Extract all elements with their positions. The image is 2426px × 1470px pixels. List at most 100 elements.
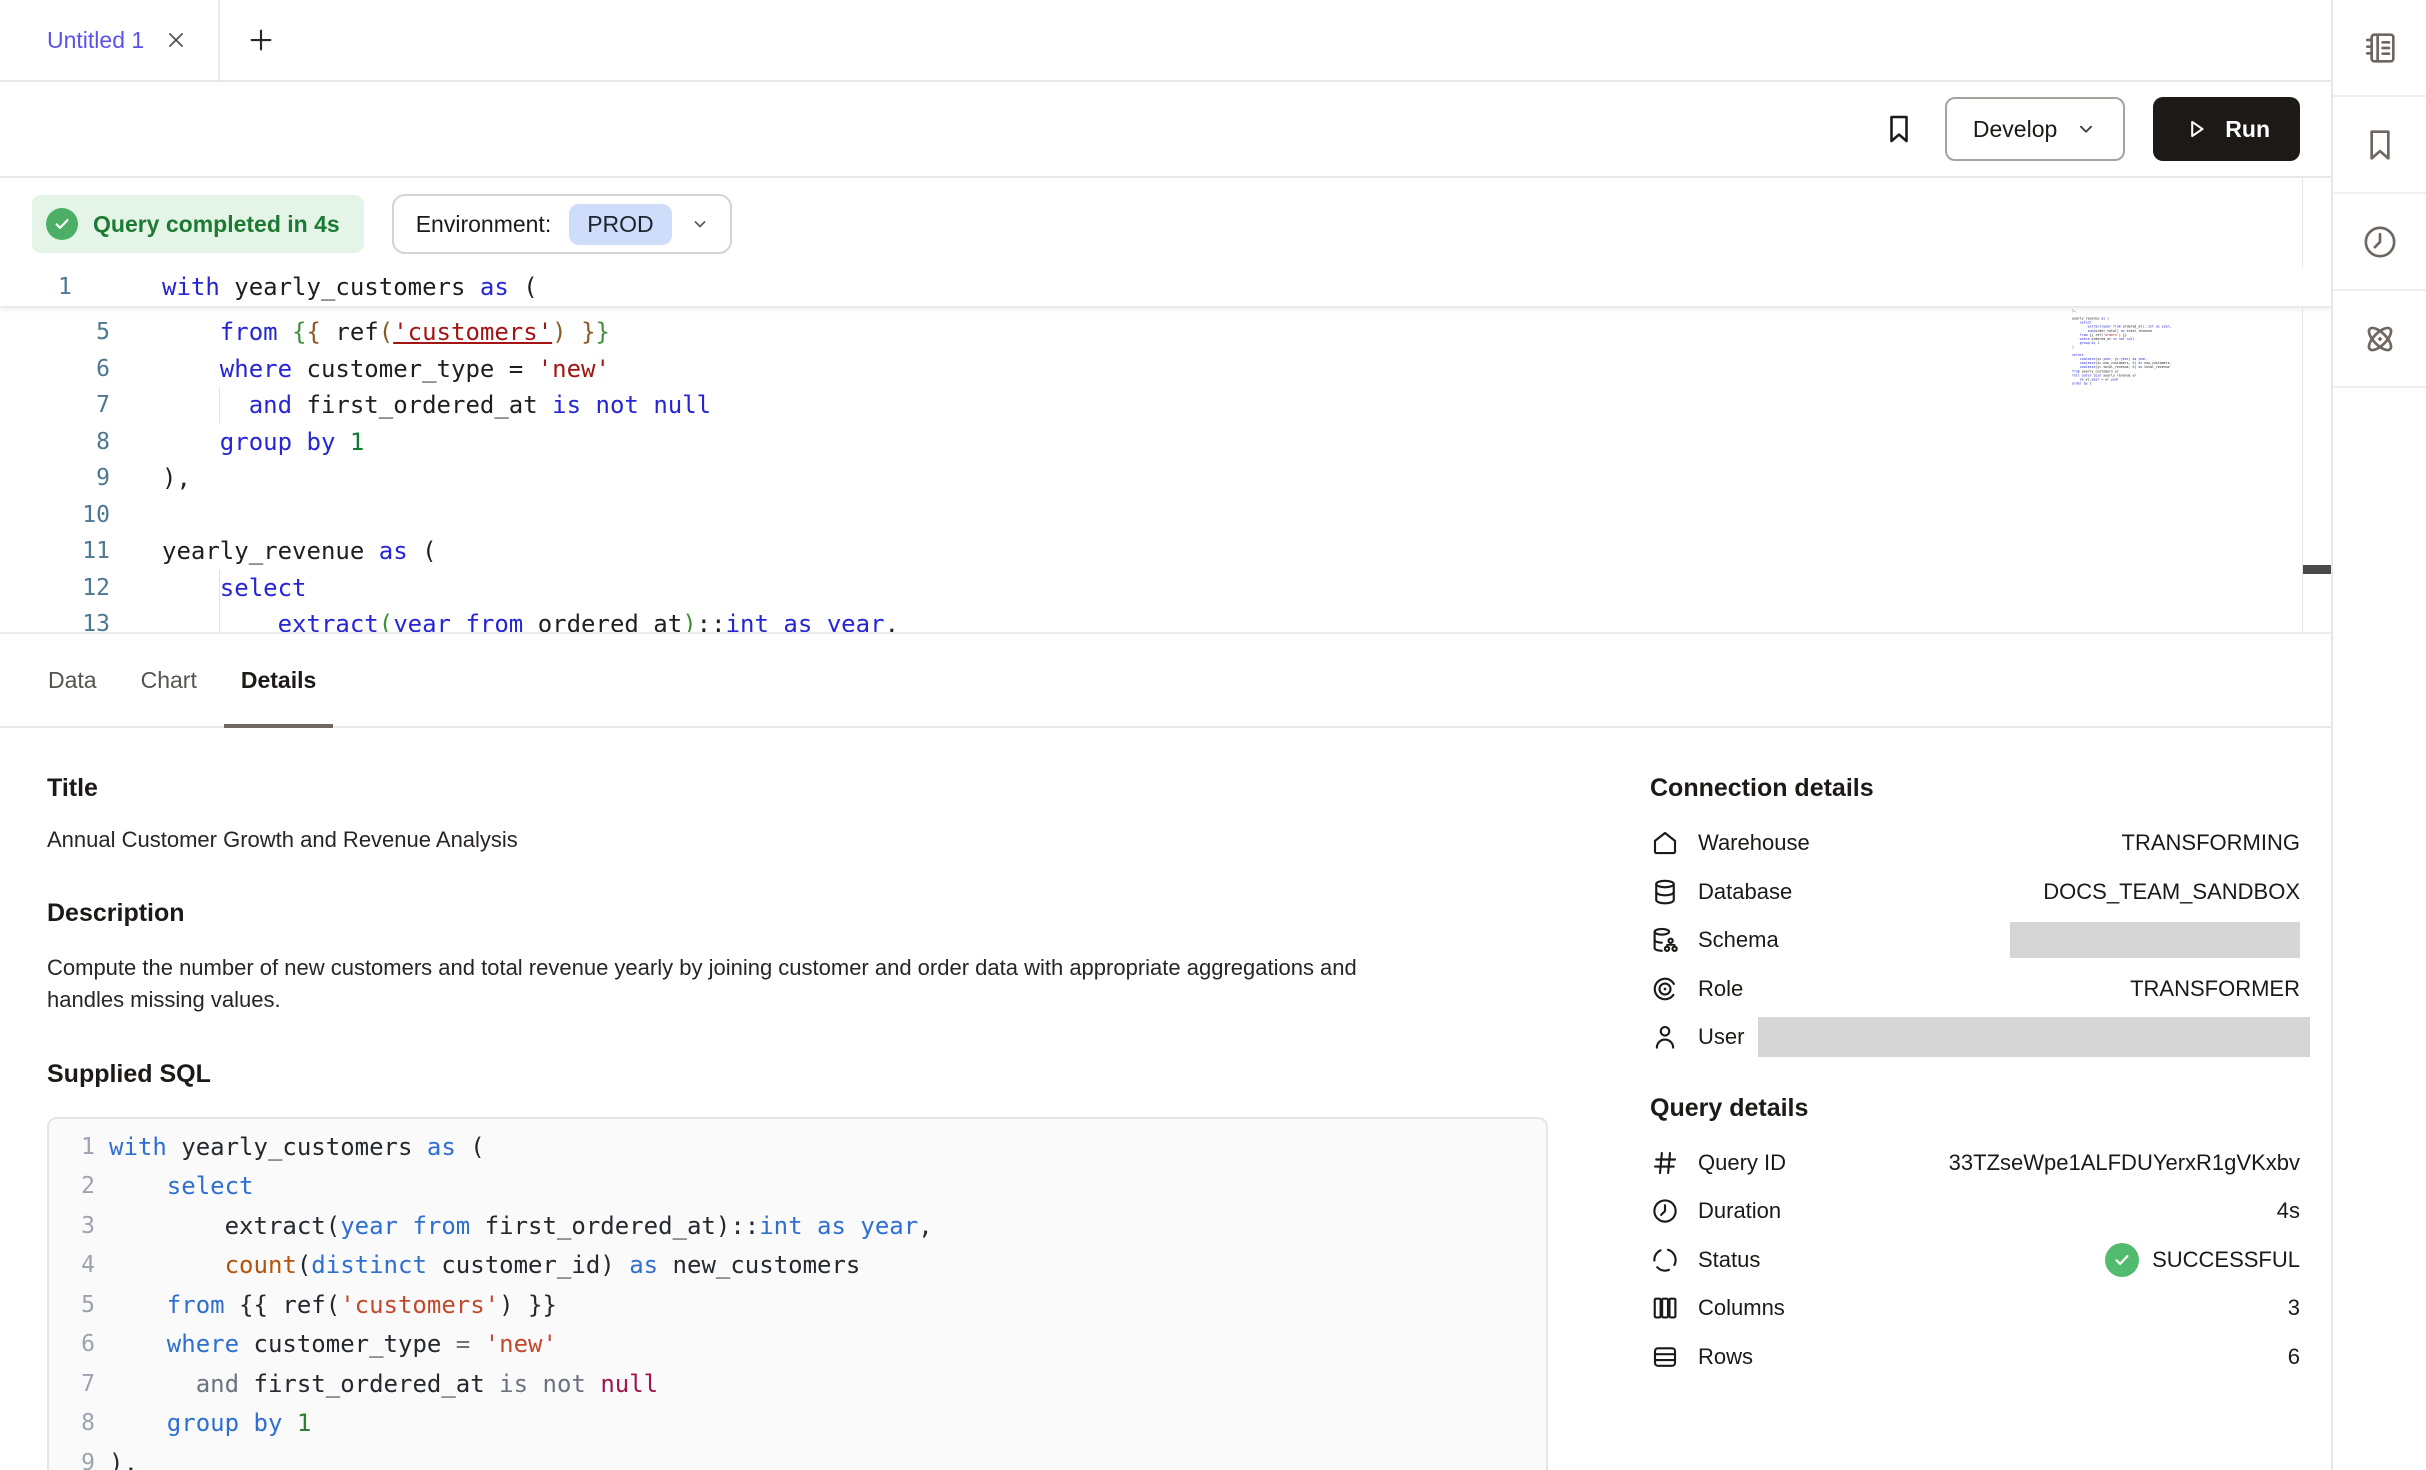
bookmark-icon[interactable] [1881, 111, 1917, 147]
supplied-sql-line: 6 where customer_type = 'new' [65, 1325, 1546, 1365]
editor-line[interactable]: 13 extract(year from ordered_at)::int as… [0, 606, 2331, 634]
environment-selector[interactable]: Environment: PROD [392, 194, 732, 254]
code-region[interactable]: 1with yearly_customers as ( 5 from {{ re… [0, 268, 2331, 632]
code-line-text: select [109, 1172, 254, 1200]
code-token: group by [220, 428, 336, 456]
code-token: as [480, 273, 509, 301]
document-tabbar: Untitled 1 [0, 0, 2331, 82]
code-token: group by [167, 1409, 283, 1437]
sidebar-item-bookmark[interactable] [2333, 97, 2426, 194]
toolbar: Develop Run [0, 82, 2331, 178]
editor-line[interactable]: 6 where customer_type = 'new' [0, 351, 2331, 388]
code-token [162, 318, 220, 346]
sidebar-item-lineage[interactable] [2333, 291, 2426, 388]
lineage-icon [2360, 319, 2400, 359]
code-token: ) [552, 318, 566, 346]
sidebar-item-history[interactable] [2333, 194, 2426, 291]
chevron-down-icon [2075, 118, 2097, 140]
code-token [162, 428, 220, 456]
line-number: 9 [0, 465, 110, 491]
close-icon[interactable] [164, 28, 188, 52]
query-details-heading: Query details [1650, 1094, 2300, 1123]
editor-line[interactable]: 5 from {{ ref('customers') }} [0, 314, 2331, 351]
tab-data[interactable]: Data [26, 634, 119, 726]
code-token: , [885, 610, 899, 634]
run-button[interactable]: Run [2153, 97, 2300, 161]
code-line-text: and first_ordered_at is not null [162, 391, 711, 419]
supplied-sql-line: 8 group by 1 [65, 1404, 1546, 1444]
editor-line[interactable]: 10 [0, 497, 2331, 534]
editor-line[interactable]: 8 group by 1 [0, 424, 2331, 461]
environment-label: Environment: [416, 211, 552, 238]
code-token: is [499, 1370, 528, 1398]
detail-value: 3 [2288, 1295, 2300, 1321]
code-token: year [860, 1212, 918, 1240]
detail-row: Columns 3 [1650, 1284, 2300, 1333]
scrollbar-thumb[interactable] [2303, 565, 2331, 574]
code-token: year [393, 610, 451, 634]
supplied-sql-line: 1 with yearly_customers as ( [65, 1127, 1546, 1167]
code-token [846, 1212, 860, 1240]
line-number: 6 [65, 1331, 95, 1357]
detail-row: RoleTRANSFORMER [1650, 965, 2300, 1014]
code-line-text: yearly_revenue as ( [162, 537, 437, 565]
connection-details-heading: Connection details [1650, 774, 2300, 803]
code-line-text: where customer_type = 'new' [109, 1330, 557, 1358]
editor-line[interactable]: 11 yearly_revenue as ( [0, 533, 2331, 570]
sidebar-item-changelog[interactable] [2333, 0, 2426, 97]
supplied-sql-line: 9), [65, 1443, 1546, 1470]
code-token: year [340, 1212, 398, 1240]
code-line-text: with yearly_customers as ( [109, 1133, 485, 1161]
code-token: ( [509, 273, 538, 301]
detail-row: User [1650, 1013, 2300, 1062]
editor-line[interactable]: 7 and first_ordered_at is not null [0, 387, 2331, 424]
editor-line[interactable]: 12 select [0, 570, 2331, 607]
title-heading: Title [47, 774, 1548, 803]
code-token [398, 1212, 412, 1240]
sticky-code-line[interactable]: 1with yearly_customers as ( [0, 268, 2331, 308]
editor-lines: 5 from {{ ref('customers') }}6 where cus… [0, 314, 2331, 634]
code-token: new_customers [658, 1251, 860, 1279]
code-token [278, 318, 292, 346]
rows-icon [1650, 1342, 1680, 1372]
code-token [335, 428, 349, 456]
detail-label: Role [1698, 976, 1743, 1002]
code-token: { [292, 318, 306, 346]
tab-details[interactable]: Details [219, 634, 338, 726]
tab-chart[interactable]: Chart [119, 634, 219, 726]
detail-row: DatabaseDOCS_TEAM_SANDBOX [1650, 868, 2300, 917]
line-number: 11 [0, 538, 110, 564]
code-token: select [167, 1172, 254, 1200]
main-column: Untitled 1 Develop [0, 0, 2331, 1470]
detail-label: Columns [1698, 1295, 1785, 1321]
code-token [109, 1330, 167, 1358]
code-token: as [427, 1133, 456, 1161]
code-token [162, 391, 249, 419]
new-tab-button[interactable] [246, 25, 276, 55]
supplied-sql-line: 7 and first_ordered_at is not null [65, 1364, 1546, 1404]
line-number: 1 [65, 1134, 95, 1160]
code-token: int [726, 610, 769, 634]
code-token: customer_type [239, 1330, 456, 1358]
code-token: customer_type = [292, 355, 538, 383]
history-icon [2360, 222, 2400, 262]
code-token: first_ordered_at [292, 391, 552, 419]
code-token: from [412, 1212, 470, 1240]
detail-label: Duration [1698, 1198, 1781, 1224]
line-number: 5 [0, 319, 110, 345]
line-number: 6 [0, 356, 110, 382]
tab-divider [218, 0, 220, 81]
code-token: with [109, 1133, 167, 1161]
code-token: null [653, 391, 711, 419]
detail-label: User [1698, 1024, 1744, 1050]
line-number: 5 [65, 1292, 95, 1318]
code-line-text: count(distinct customer_id) as new_custo… [109, 1251, 860, 1279]
code-token: null [600, 1370, 658, 1398]
editor-line[interactable]: 9), [0, 460, 2331, 497]
supplied-sql-line: 5 from {{ ref('customers') }} [65, 1285, 1546, 1325]
code-token [109, 1409, 167, 1437]
detail-label: Rows [1698, 1344, 1753, 1370]
develop-dropdown[interactable]: Develop [1945, 97, 2125, 161]
tab-untitled-1[interactable]: Untitled 1 [0, 0, 218, 80]
sql-editor[interactable]: Query completed in 4s Environment: PROD … [0, 178, 2331, 634]
